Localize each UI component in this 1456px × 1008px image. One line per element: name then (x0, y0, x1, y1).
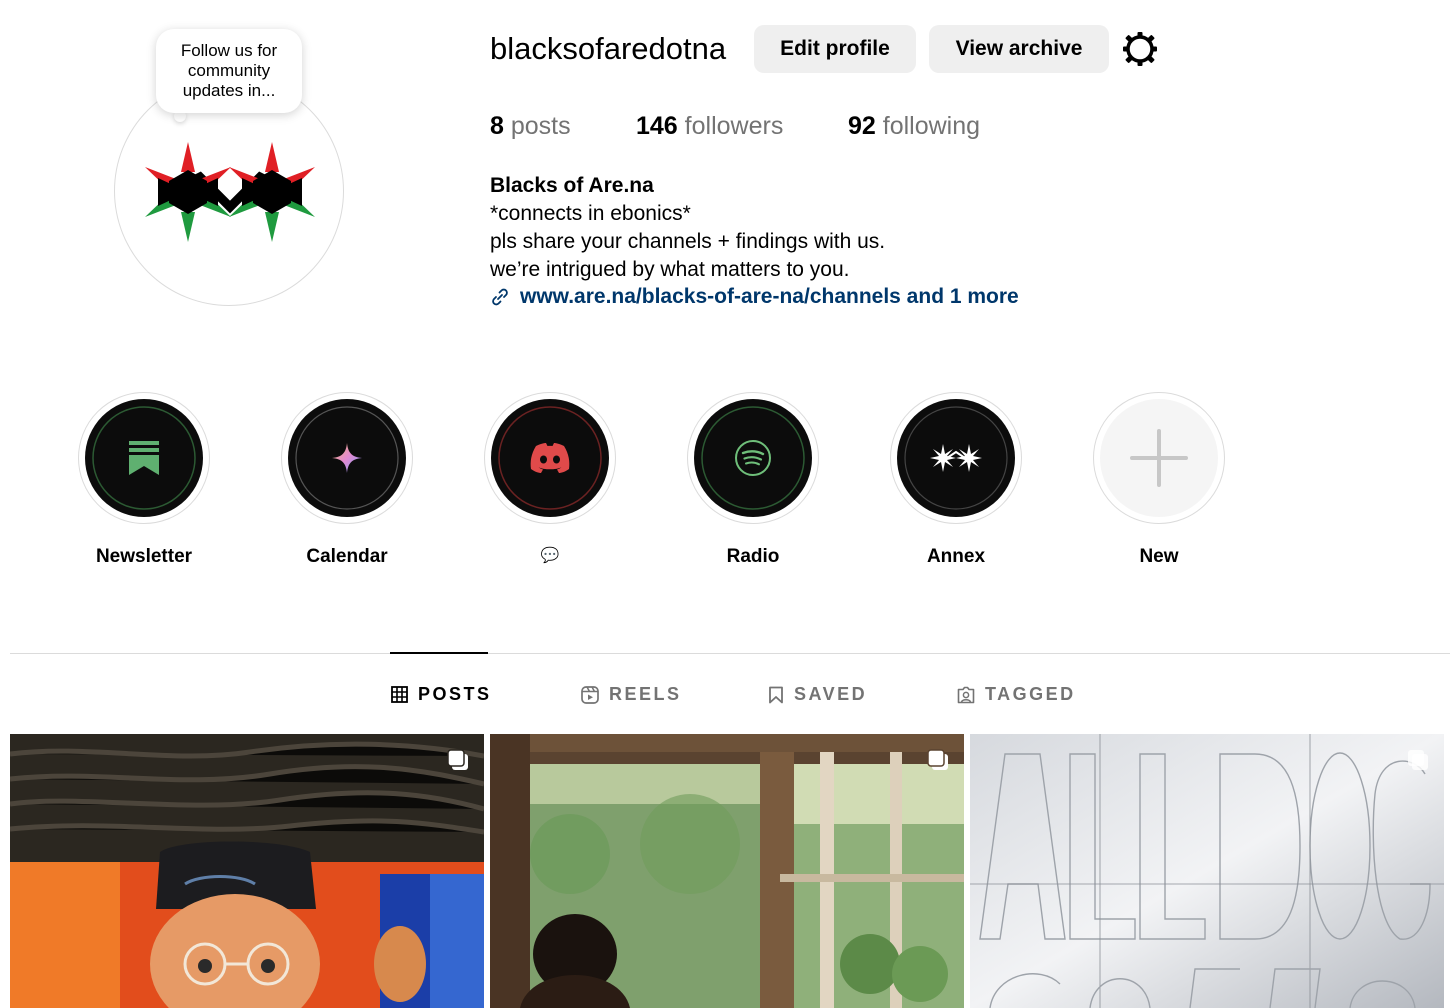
reels-icon (581, 685, 599, 704)
settings-button[interactable] (1121, 30, 1159, 68)
highlight-newsletter[interactable]: Newsletter (77, 392, 211, 570)
carousel-icon (447, 749, 468, 770)
tab-tagged-label: TAGGED (985, 684, 1076, 704)
post-image-window (490, 734, 964, 1008)
tab-reels-label: REELS (609, 684, 682, 704)
bookmark-flag-icon (129, 441, 159, 475)
followers-count: 146 (636, 112, 678, 140)
highlight-ring (890, 392, 1022, 524)
post-image-painting (10, 734, 484, 1008)
bookmark-icon (769, 686, 783, 703)
highlight-ring (484, 392, 616, 524)
highlight-cover (288, 399, 406, 517)
highlight-ring (78, 392, 210, 524)
highlight-cover (491, 399, 609, 517)
spotify-icon (735, 440, 771, 476)
following-stat[interactable]: 92 following (848, 111, 980, 141)
highlight-label: New (1139, 546, 1179, 567)
tab-tagged[interactable]: TAGGED (957, 684, 1076, 705)
carousel-icon (1408, 750, 1428, 770)
highlight-label: 💬 (540, 547, 560, 564)
posts-label: posts (510, 112, 571, 140)
profile-username: blacksofaredotna (490, 31, 727, 66)
following-label: following (882, 112, 981, 140)
tab-saved-label: SAVED (794, 684, 868, 704)
double-star-icon (930, 444, 982, 472)
highlight-cover (897, 399, 1015, 517)
tagged-user-icon (957, 686, 975, 703)
highlight-label: Annex (926, 546, 986, 567)
bio-line: *connects in ebonics* (490, 202, 691, 225)
bio-name: Blacks of Are.na (490, 174, 654, 197)
tab-posts-label: POSTS (418, 684, 492, 704)
edit-profile-button[interactable]: Edit profile (754, 25, 916, 73)
profile-note-bubble[interactable]: Follow us for community updates in... (156, 29, 302, 113)
bio-line: pls share your channels + findings with … (490, 230, 886, 253)
profile-note-text: Follow us for community updates in... (180, 41, 278, 100)
active-tab-indicator (390, 652, 488, 654)
post-thumbnail[interactable] (490, 734, 964, 1008)
discord-icon (530, 443, 570, 473)
gear-icon (1123, 32, 1157, 66)
carousel-icon (927, 749, 948, 770)
posts-stat: 8 posts (490, 111, 571, 141)
highlight-cover (1100, 399, 1218, 517)
tab-reels[interactable]: REELS (581, 684, 682, 705)
bio-link[interactable]: www.are.na/blacks-of-are-na/channels and… (490, 283, 1019, 311)
highlight-ring (281, 392, 413, 524)
link-icon (492, 288, 508, 306)
highlight-ring (1093, 392, 1225, 524)
highlight-new[interactable]: New (1092, 392, 1226, 570)
grid-icon (391, 686, 408, 703)
highlight-label: Radio (726, 546, 780, 567)
tabs-divider (10, 653, 1450, 654)
highlight-calendar[interactable]: Calendar (280, 392, 414, 570)
highlight-discord[interactable]: 💬 (483, 392, 617, 570)
highlight-label: Calendar (306, 546, 388, 567)
plus-icon (1130, 429, 1188, 487)
sparkle-icon (332, 443, 362, 473)
followers-stat[interactable]: 146 followers (636, 111, 783, 141)
post-thumbnail[interactable] (10, 734, 484, 1008)
post-thumbnail[interactable] (970, 734, 1444, 1008)
tab-saved[interactable]: SAVED (768, 684, 867, 705)
followers-label: followers (684, 112, 784, 140)
highlight-label: Newsletter (95, 546, 193, 567)
posts-count: 8 (490, 112, 504, 140)
view-archive-button[interactable]: View archive (929, 25, 1109, 73)
following-count: 92 (848, 112, 876, 140)
highlight-annex[interactable]: Annex (889, 392, 1023, 570)
highlight-cover (694, 399, 812, 517)
highlight-ring (687, 392, 819, 524)
post-image-typography (970, 734, 1444, 1008)
bio-line: we’re intrigued by what matters to you. (490, 258, 850, 281)
bio-link-text: www.are.na/blacks-of-are-na/channels and… (520, 285, 1019, 308)
tab-posts[interactable]: POSTS (391, 684, 492, 705)
highlight-radio[interactable]: Radio (686, 392, 820, 570)
highlight-cover (85, 399, 203, 517)
